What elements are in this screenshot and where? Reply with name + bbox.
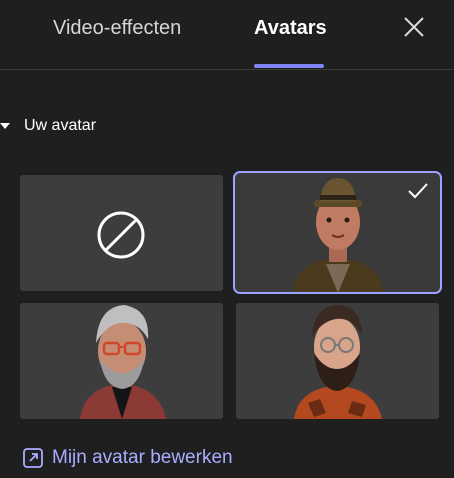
close-icon xyxy=(404,17,424,37)
open-external-icon xyxy=(23,448,43,468)
active-tab-indicator xyxy=(254,64,324,68)
no-avatar-icon xyxy=(97,211,145,259)
tab-video-effects[interactable]: Video-effecten xyxy=(53,15,181,41)
section-label: Uw avatar xyxy=(24,117,97,134)
close-button[interactable] xyxy=(399,12,429,42)
avatar-dark-beard-image xyxy=(294,305,382,419)
section-your-avatar[interactable]: Uw avatar xyxy=(0,113,96,139)
avatar-tile-hat[interactable] xyxy=(233,171,442,294)
avatar-tile-gray-beard[interactable] xyxy=(20,303,223,419)
avatar-tile-none[interactable] xyxy=(20,175,223,291)
check-icon xyxy=(408,183,428,199)
edit-avatar-label: Mijn avatar bewerken xyxy=(52,447,233,468)
tab-avatars[interactable]: Avatars xyxy=(254,15,327,41)
avatar-gray-beard-image xyxy=(80,305,166,419)
header: Video-effecten Avatars xyxy=(0,0,454,70)
avatar-tile-dark-beard[interactable] xyxy=(236,303,439,419)
edit-avatar-link[interactable]: Mijn avatar bewerken xyxy=(22,444,233,472)
caret-down-icon xyxy=(0,123,10,129)
